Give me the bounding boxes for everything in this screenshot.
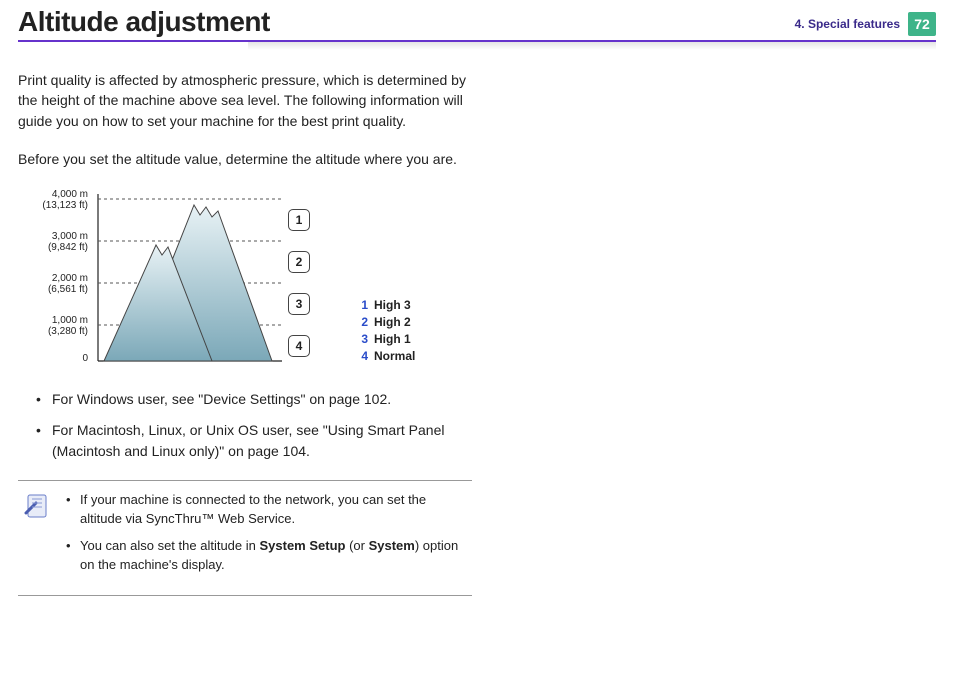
altitude-label-3000: 3,000 m (9,842 ft) bbox=[28, 231, 88, 253]
note-item-1: If your machine is connected to the netw… bbox=[64, 491, 468, 529]
intro-paragraph-2: Before you set the altitude value, deter… bbox=[18, 149, 472, 169]
marker-2: 2 bbox=[288, 251, 310, 273]
mountain-icon bbox=[94, 191, 294, 366]
marker-1: 1 bbox=[288, 209, 310, 231]
content-column: Print quality is affected by atmospheric… bbox=[0, 42, 490, 596]
instruction-list: For Windows user, see "Device Settings" … bbox=[32, 389, 472, 462]
marker-3: 3 bbox=[288, 293, 310, 315]
chapter-area: 4. Special features 72 bbox=[795, 12, 936, 36]
note-item-2: You can also set the altitude in System … bbox=[64, 537, 468, 575]
bullet-windows: For Windows user, see "Device Settings" … bbox=[32, 389, 472, 410]
altitude-label-4000: 4,000 m (13,123 ft) bbox=[28, 189, 88, 211]
legend-row-1: 1 High 3 bbox=[358, 297, 415, 314]
altitude-diagram: 4,000 m (13,123 ft) 3,000 m (9,842 ft) 2… bbox=[28, 187, 448, 377]
page-number-badge: 72 bbox=[908, 12, 936, 36]
bullet-mac-linux: For Macintosh, Linux, or Unix OS user, s… bbox=[32, 420, 472, 462]
note-box: If your machine is connected to the netw… bbox=[18, 480, 472, 595]
note-list: If your machine is connected to the netw… bbox=[64, 491, 468, 582]
legend-row-3: 3 High 1 bbox=[358, 331, 415, 348]
legend-row-4: 4 Normal bbox=[358, 348, 415, 365]
page-header: Altitude adjustment 4. Special features … bbox=[18, 0, 936, 42]
header-shadow bbox=[248, 42, 936, 50]
marker-4: 4 bbox=[288, 335, 310, 357]
note-icon bbox=[22, 491, 54, 582]
altitude-label-1000: 1,000 m (3,280 ft) bbox=[28, 315, 88, 337]
altitude-label-2000: 2,000 m (6,561 ft) bbox=[28, 273, 88, 295]
altitude-label-0: 0 bbox=[28, 353, 88, 364]
chapter-label: 4. Special features bbox=[795, 17, 900, 31]
diagram-legend: 1 High 3 2 High 2 3 High 1 4 Normal bbox=[358, 297, 415, 364]
intro-paragraph-1: Print quality is affected by atmospheric… bbox=[18, 70, 472, 131]
legend-row-2: 2 High 2 bbox=[358, 314, 415, 331]
